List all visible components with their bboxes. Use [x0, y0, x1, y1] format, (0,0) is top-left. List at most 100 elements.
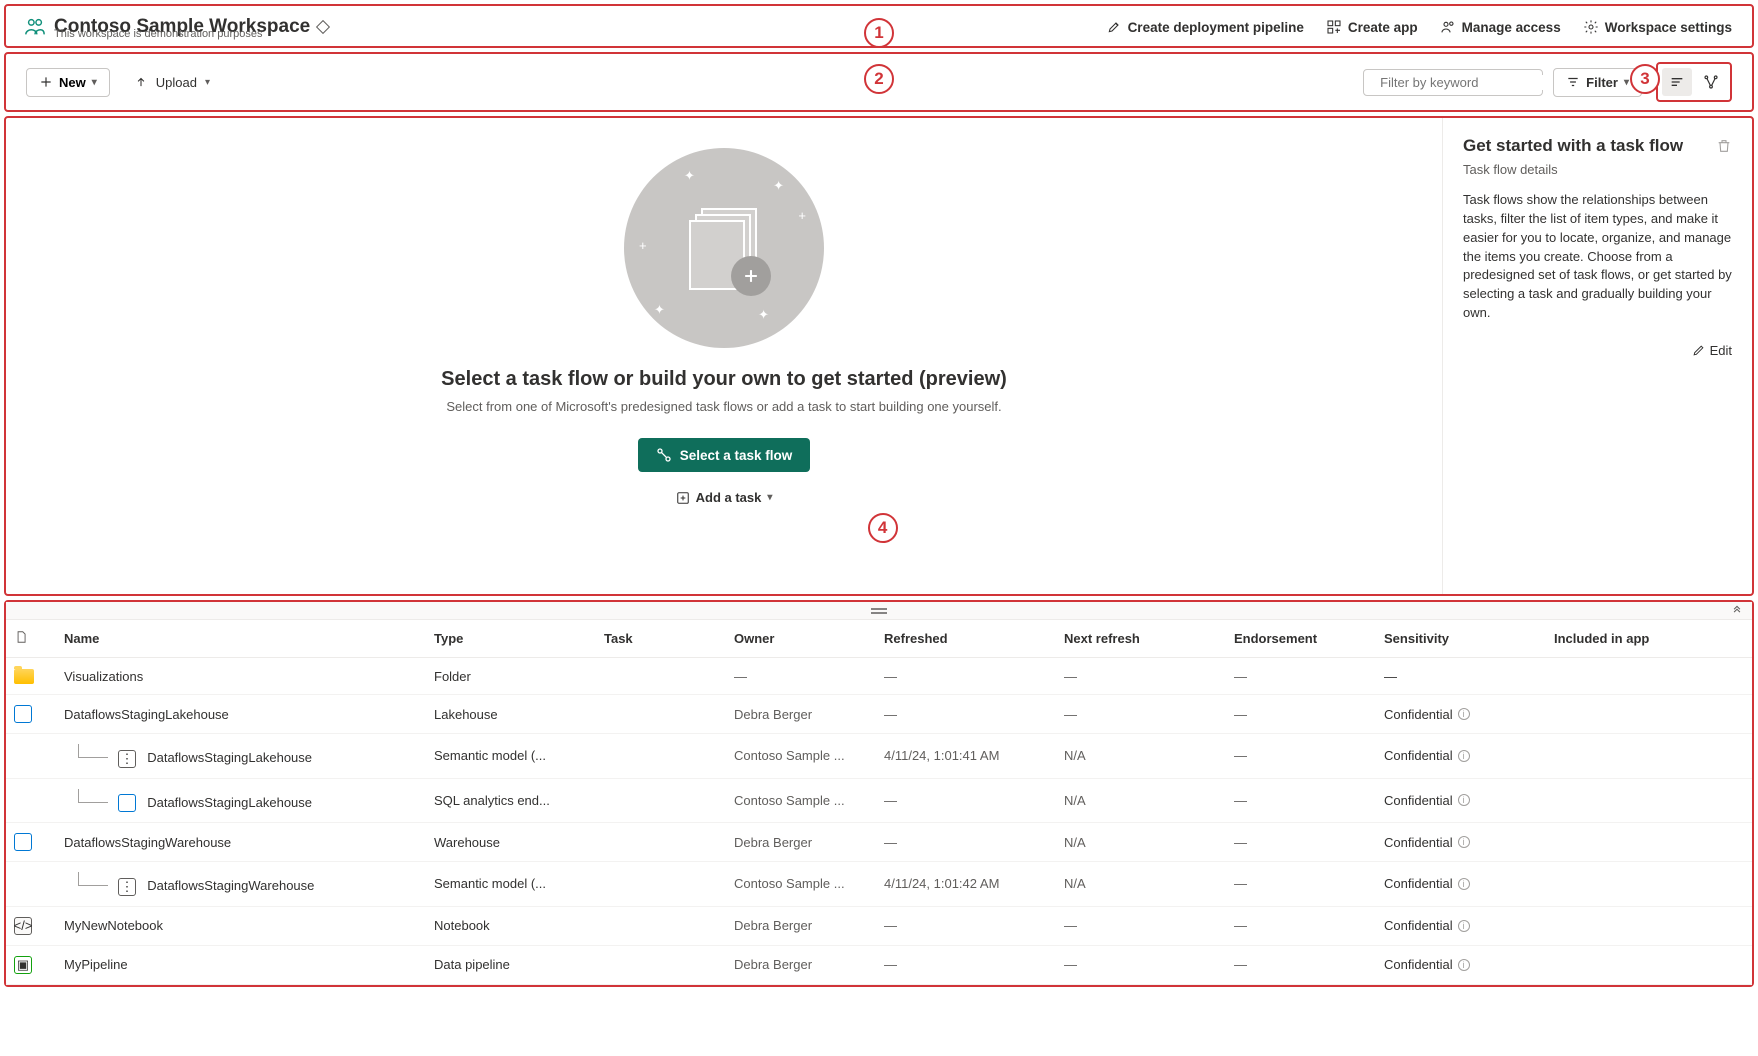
item-sensitivity: Confidential i	[1376, 734, 1546, 779]
people-icon	[1440, 19, 1456, 35]
item-name[interactable]: DataflowsStagingLakehouse	[56, 778, 426, 823]
item-endorsement: —	[1226, 823, 1376, 862]
callout-1: 1	[864, 18, 894, 48]
workspace-settings-button[interactable]: Workspace settings	[1583, 19, 1732, 35]
create-pipeline-button[interactable]: Create deployment pipeline	[1106, 19, 1304, 35]
item-included	[1546, 906, 1752, 945]
item-sensitivity: Confidential i	[1376, 778, 1546, 823]
item-refreshed: —	[876, 695, 1056, 734]
expand-icon[interactable]	[1730, 604, 1744, 621]
items-table: Name Type Task Owner Refreshed Next refr…	[6, 620, 1752, 985]
workspace-header: Contoso Sample Workspace Create deployme…	[4, 4, 1754, 48]
item-name[interactable]: MyNewNotebook	[56, 906, 426, 945]
item-included	[1546, 862, 1752, 907]
manage-access-button[interactable]: Manage access	[1440, 19, 1561, 35]
chevron-down-icon: ▾	[1624, 77, 1629, 88]
table-row[interactable]: DataflowsStagingWarehouseWarehouseDebra …	[6, 823, 1752, 862]
col-name[interactable]: Name	[56, 620, 426, 658]
app-icon	[1326, 19, 1342, 35]
info-icon: i	[1458, 920, 1470, 932]
table-row[interactable]: ⋮ DataflowsStagingWarehouseSemantic mode…	[6, 862, 1752, 907]
view-toggle	[1656, 62, 1732, 102]
item-refreshed: —	[876, 945, 1056, 984]
workspace-toolbar: New ▾ Upload ▾ Filter ▾ 2 3	[4, 52, 1754, 112]
file-icon	[14, 630, 28, 644]
new-button[interactable]: New ▾	[26, 68, 110, 97]
create-app-button[interactable]: Create app	[1326, 19, 1418, 35]
item-owner: Contoso Sample ...	[726, 862, 876, 907]
item-name[interactable]: ⋮ DataflowsStagingLakehouse	[56, 734, 426, 779]
trash-icon[interactable]	[1716, 138, 1732, 154]
item-included	[1546, 778, 1752, 823]
table-row[interactable]: ▣MyPipelineData pipelineDebra Berger———C…	[6, 945, 1752, 984]
item-next-refresh: N/A	[1056, 734, 1226, 779]
col-task[interactable]: Task	[596, 620, 726, 658]
item-sensitivity: Confidential i	[1376, 695, 1546, 734]
item-name[interactable]: DataflowsStagingWarehouse	[56, 823, 426, 862]
upload-label: Upload	[156, 75, 197, 90]
sidepanel-edit-label: Edit	[1710, 343, 1732, 358]
item-task	[596, 823, 726, 862]
item-endorsement: —	[1226, 778, 1376, 823]
table-row[interactable]: DataflowsStagingLakehouseSQL analytics e…	[6, 778, 1752, 823]
table-row[interactable]: ⋮ DataflowsStagingLakehouseSemantic mode…	[6, 734, 1752, 779]
item-next-refresh: —	[1056, 945, 1226, 984]
item-endorsement: —	[1226, 734, 1376, 779]
premium-icon	[316, 20, 330, 34]
item-owner: Debra Berger	[726, 823, 876, 862]
col-included[interactable]: Included in app	[1546, 620, 1752, 658]
item-refreshed: 4/11/24, 1:01:42 AM	[876, 862, 1056, 907]
item-owner: —	[726, 658, 876, 695]
item-type: Notebook	[426, 906, 596, 945]
add-task-button[interactable]: Add a task ▾	[676, 490, 773, 505]
table-header-row: Name Type Task Owner Refreshed Next refr…	[6, 620, 1752, 658]
taskflow-panel: ✦ ✦ ✦ ✦ + + Select a task flow or build …	[4, 116, 1754, 596]
table-row[interactable]: DataflowsStagingLakehouseLakehouseDebra …	[6, 695, 1752, 734]
list-icon	[1669, 74, 1685, 90]
filter-icon	[1566, 75, 1580, 89]
select-taskflow-button[interactable]: Select a task flow	[638, 438, 811, 472]
filter-search[interactable]	[1363, 69, 1543, 96]
col-type[interactable]: Type	[426, 620, 596, 658]
info-icon: i	[1458, 836, 1470, 848]
item-type: Data pipeline	[426, 945, 596, 984]
drag-icon	[869, 607, 889, 615]
item-type: Lakehouse	[426, 695, 596, 734]
item-next-refresh: —	[1056, 906, 1226, 945]
filter-button[interactable]: Filter ▾	[1553, 68, 1642, 97]
item-name[interactable]: MyPipeline	[56, 945, 426, 984]
item-endorsement: —	[1226, 862, 1376, 907]
item-task	[596, 695, 726, 734]
item-task	[596, 734, 726, 779]
col-sens[interactable]: Sensitivity	[1376, 620, 1546, 658]
table-row[interactable]: </>MyNewNotebookNotebookDebra Berger———C…	[6, 906, 1752, 945]
item-refreshed: —	[876, 658, 1056, 695]
table-row[interactable]: VisualizationsFolder—————	[6, 658, 1752, 695]
item-type: SQL analytics end...	[426, 778, 596, 823]
item-sensitivity: Confidential i	[1376, 945, 1546, 984]
item-name[interactable]: ⋮ DataflowsStagingWarehouse	[56, 862, 426, 907]
sidepanel-edit-button[interactable]: Edit	[1463, 343, 1732, 358]
col-endorse[interactable]: Endorsement	[1226, 620, 1376, 658]
info-icon: i	[1458, 750, 1470, 762]
col-owner[interactable]: Owner	[726, 620, 876, 658]
item-endorsement: —	[1226, 945, 1376, 984]
item-included	[1546, 695, 1752, 734]
panel-drag-handle[interactable]	[6, 602, 1752, 620]
upload-button[interactable]: Upload ▾	[134, 75, 210, 90]
create-app-label: Create app	[1348, 20, 1418, 35]
col-refreshed[interactable]: Refreshed	[876, 620, 1056, 658]
item-refreshed: 4/11/24, 1:01:41 AM	[876, 734, 1056, 779]
item-next-refresh: N/A	[1056, 823, 1226, 862]
col-next[interactable]: Next refresh	[1056, 620, 1226, 658]
pencil-icon	[1692, 344, 1705, 357]
manage-access-label: Manage access	[1462, 20, 1561, 35]
item-included	[1546, 658, 1752, 695]
item-name[interactable]: Visualizations	[56, 658, 426, 695]
add-task-label: Add a task	[696, 490, 762, 505]
item-name[interactable]: DataflowsStagingLakehouse	[56, 695, 426, 734]
list-view-button[interactable]	[1662, 68, 1692, 96]
add-square-icon	[676, 491, 690, 505]
filter-input[interactable]	[1380, 75, 1556, 90]
lineage-view-button[interactable]	[1696, 68, 1726, 96]
